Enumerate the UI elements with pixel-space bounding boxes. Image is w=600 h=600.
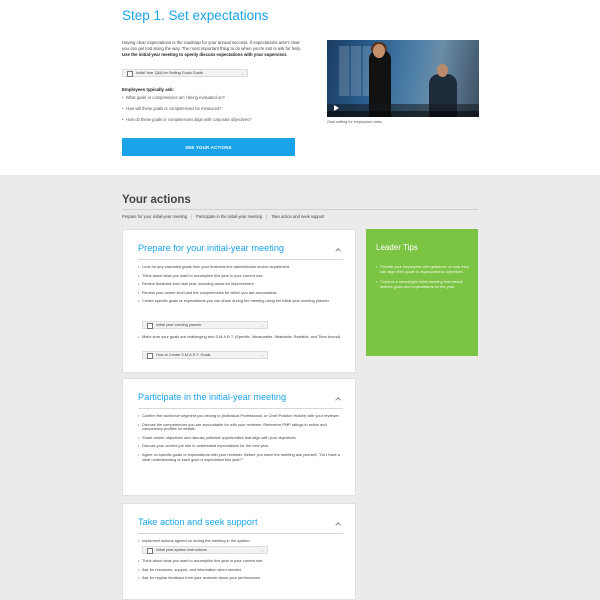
list-item: Discuss your current job role to underst… bbox=[138, 444, 343, 450]
list-item: Look for any cascaded goals from your bu… bbox=[138, 264, 343, 270]
chevron-right-icon: › bbox=[261, 353, 263, 358]
list-item: Ask for resources, support, and informat… bbox=[138, 567, 343, 573]
card-list: Confirm the workforce segment you belong… bbox=[138, 413, 343, 466]
card-title[interactable]: Take action and seek support bbox=[138, 517, 258, 527]
guide-link[interactable]: Initial Year Q&A for Setting Goals Guide… bbox=[122, 69, 248, 78]
step-section: Step 1. Set expectations Having clear ex… bbox=[0, 0, 600, 175]
card-prepare: Prepare for your initial-year meeting Lo… bbox=[122, 229, 356, 373]
anchor-link-prepare[interactable]: Prepare for your initial-year meeting bbox=[122, 214, 187, 219]
play-icon[interactable] bbox=[334, 105, 339, 111]
card-participate: Participate in the initial-year meeting … bbox=[122, 378, 356, 496]
leader-tips-panel: Leader Tips Provide your employees with … bbox=[366, 229, 478, 356]
document-icon bbox=[146, 352, 153, 360]
divider bbox=[138, 533, 343, 534]
list-item: Make sure your goals are challenging and… bbox=[138, 334, 343, 340]
guide-link-label: Initial Year Q&A for Setting Goals Guide bbox=[136, 71, 203, 75]
ask-list: What goals or competencies am I being ev… bbox=[122, 95, 292, 127]
see-your-actions-button[interactable]: SEE YOUR ACTIONS bbox=[122, 138, 295, 156]
card-list: Think about what you want to accomplish … bbox=[138, 558, 343, 585]
list-item: Conduct a meaningful initial meeting tha… bbox=[376, 279, 471, 289]
actions-anchor-nav: Prepare for your initial-year meeting | … bbox=[122, 214, 325, 219]
list-item: Share career objectives and discuss pote… bbox=[138, 435, 343, 441]
chevron-right-icon: › bbox=[261, 323, 263, 328]
list-item: Think about what you want to accomplish … bbox=[138, 558, 343, 564]
list-item: Agree on specific goals or expectations … bbox=[138, 452, 343, 463]
chevron-up-icon[interactable] bbox=[335, 521, 341, 527]
anchor-link-take-action[interactable]: Take action and seek support bbox=[271, 214, 324, 219]
list-item: Confirm the workforce segment you belong… bbox=[138, 413, 343, 419]
card-title[interactable]: Participate in the initial-year meeting bbox=[138, 392, 286, 402]
card-take-action: Take action and seek support Implement a… bbox=[122, 503, 356, 600]
actions-title: Your actions bbox=[122, 194, 191, 206]
video-caption: Goal setting for employees video bbox=[327, 120, 383, 124]
divider bbox=[122, 209, 478, 210]
card-list: Make sure your goals are challenging and… bbox=[138, 334, 343, 344]
ask-title: Employees typically ask: bbox=[122, 87, 174, 92]
leader-tips-list: Provide your employees with guidance on … bbox=[376, 264, 471, 294]
intro-paragraph: Having clear expectations is the roadmap… bbox=[122, 40, 304, 58]
list-item: How will these goals or competencies be … bbox=[122, 106, 292, 111]
chevron-up-icon[interactable] bbox=[335, 247, 341, 253]
smart-goals-link-label: How to Create S.M.A.R.T. Goals bbox=[156, 353, 211, 357]
chevron-right-icon: › bbox=[261, 548, 263, 553]
card-list: Look for any cascaded goals from your bu… bbox=[138, 264, 343, 308]
card-title[interactable]: Prepare for your initial-year meeting bbox=[138, 243, 284, 253]
list-item: Think about what you want to accomplish … bbox=[138, 273, 343, 279]
meeting-planner-link[interactable]: Initial year meeting planner › bbox=[142, 321, 268, 330]
smart-goals-link[interactable]: How to Create S.M.A.R.T. Goals › bbox=[142, 351, 268, 360]
leader-tips-title: Leader Tips bbox=[376, 243, 418, 252]
intro-text: Having clear expectations is the roadmap… bbox=[122, 40, 302, 52]
document-icon bbox=[146, 322, 153, 330]
intro-bold-text: Use the initial-year meeting to openly d… bbox=[122, 52, 288, 58]
video-thumbnail[interactable] bbox=[327, 40, 479, 117]
list-item: Ask for regular feedback from your revie… bbox=[138, 575, 343, 581]
document-icon bbox=[146, 547, 153, 555]
list-item: How do these goals or competencies align… bbox=[122, 117, 292, 122]
video-control-bar bbox=[327, 111, 479, 117]
list-item: Discuss the competencies you are account… bbox=[138, 422, 343, 433]
anchor-link-participate[interactable]: Participate in the initial-year meeting bbox=[196, 214, 262, 219]
list-item: Create specific goals or expectations yo… bbox=[138, 298, 343, 304]
list-item: What goals or competencies am I being ev… bbox=[122, 95, 292, 100]
nav-separator: | bbox=[191, 214, 193, 219]
meeting-planner-link-label: Initial year meeting planner bbox=[156, 323, 202, 327]
system-instructions-link[interactable]: Initial year system instructions › bbox=[142, 546, 268, 555]
list-item: Review your career level and the compete… bbox=[138, 290, 343, 296]
list-item: Provide your employees with guidance on … bbox=[376, 264, 471, 274]
list-item: Implement actions agreed on during the m… bbox=[138, 538, 343, 544]
list-item: Review feedback from last year, includin… bbox=[138, 281, 343, 287]
chevron-right-icon: › bbox=[241, 71, 243, 76]
divider bbox=[138, 408, 343, 409]
document-icon bbox=[126, 70, 133, 78]
chevron-up-icon[interactable] bbox=[335, 396, 341, 402]
divider bbox=[138, 259, 343, 260]
nav-separator: | bbox=[266, 214, 268, 219]
system-instructions-link-label: Initial year system instructions bbox=[156, 548, 207, 552]
step-title: Step 1. Set expectations bbox=[122, 8, 269, 23]
